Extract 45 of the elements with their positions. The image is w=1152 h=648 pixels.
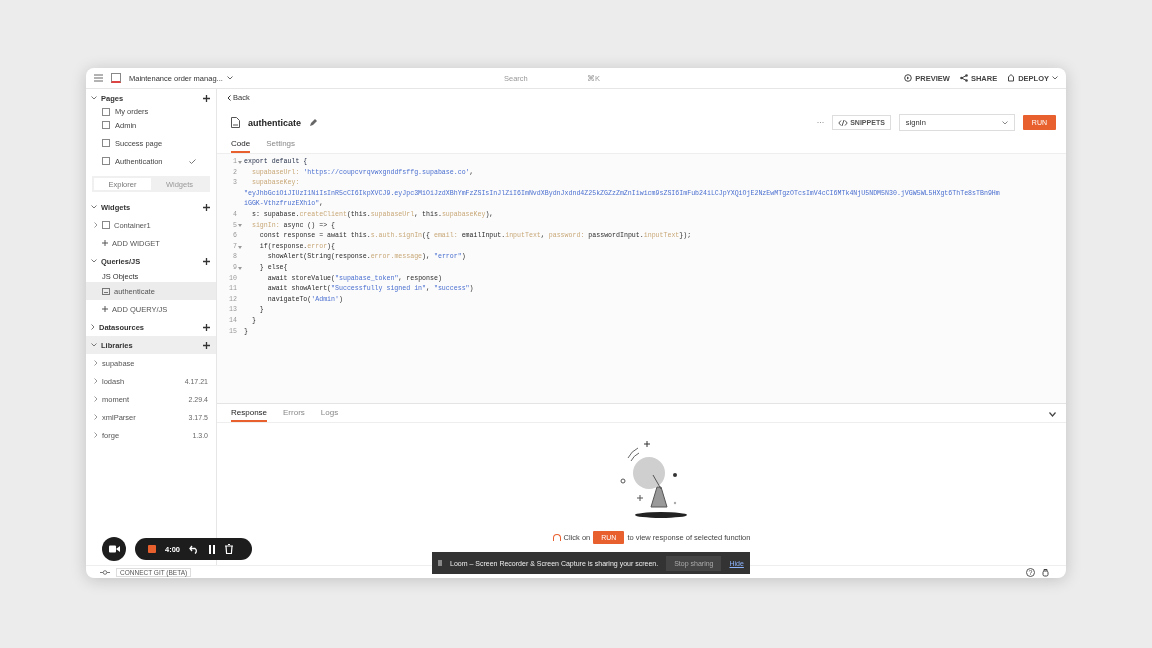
add-icon[interactable] [203, 323, 210, 331]
response-tab[interactable]: Errors [283, 406, 305, 422]
add-icon[interactable] [203, 257, 210, 265]
add-icon[interactable] [203, 203, 210, 211]
trash-icon[interactable] [225, 544, 233, 554]
js-object-name: authenticate [248, 117, 301, 128]
plus-icon [102, 240, 108, 246]
chevron-right-icon[interactable] [94, 414, 98, 420]
add-icon[interactable] [203, 341, 210, 349]
chevron-right-icon[interactable] [94, 432, 98, 438]
share-icon [959, 74, 968, 82]
caret-icon [226, 76, 233, 80]
fold-arrow-icon[interactable] [238, 224, 242, 228]
fold-arrow-icon[interactable] [238, 160, 242, 164]
editor-tab[interactable]: Settings [266, 137, 296, 153]
add-icon[interactable] [203, 94, 210, 102]
play-circle-icon [904, 74, 913, 82]
camera-button[interactable] [102, 537, 126, 561]
chevron-right-icon[interactable] [94, 360, 98, 366]
plus-icon [102, 306, 108, 312]
document-icon [231, 117, 240, 128]
pause-icon[interactable] [208, 544, 216, 554]
response-tab[interactable]: Response [231, 406, 268, 422]
chevron-left-icon [227, 94, 231, 101]
video-camera-icon [108, 545, 120, 553]
fold-arrow-icon[interactable] [238, 266, 242, 270]
chevron-right-icon[interactable] [94, 378, 98, 384]
git-icon [100, 569, 110, 575]
caret-icon [1052, 76, 1058, 80]
chevron-right-icon[interactable] [94, 396, 98, 402]
fold-arrow-icon[interactable] [238, 245, 242, 249]
app-logo-icon [111, 73, 121, 83]
chevron-right-icon[interactable] [91, 324, 95, 330]
caret-icon [1001, 120, 1008, 125]
chevron-down-icon[interactable] [91, 259, 97, 263]
chevron-down-icon[interactable] [91, 205, 97, 209]
pencil-icon[interactable] [309, 118, 317, 127]
file-icon [102, 287, 110, 295]
chevron-right-icon[interactable] [94, 222, 98, 228]
chevron-down-icon[interactable] [1049, 411, 1056, 417]
undo-icon[interactable] [189, 544, 199, 554]
code-icon [838, 119, 849, 126]
response-tab[interactable]: Logs [320, 406, 339, 422]
pause-icon [438, 560, 442, 566]
chevron-down-icon[interactable] [91, 96, 97, 100]
